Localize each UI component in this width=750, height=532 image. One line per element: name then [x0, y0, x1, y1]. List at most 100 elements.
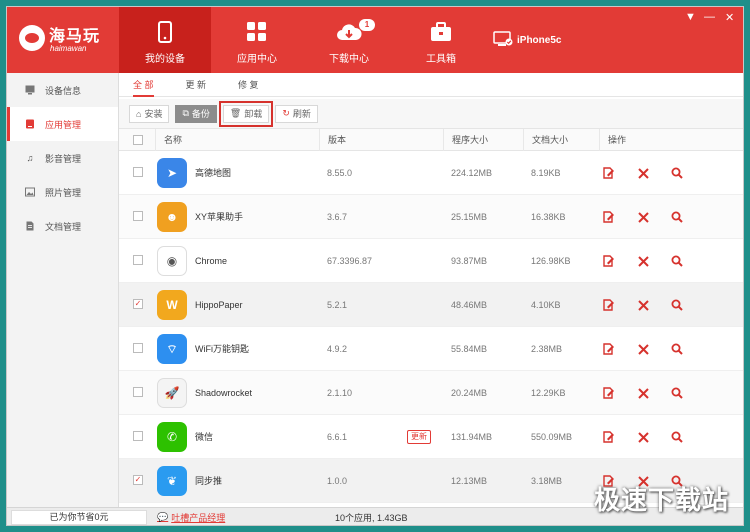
app-size: 12.13MB: [451, 476, 488, 486]
search-icon[interactable]: [669, 341, 685, 357]
app-size: 25.15MB: [451, 212, 488, 222]
edit-icon[interactable]: [601, 385, 617, 401]
chrome-icon: ◉: [157, 246, 187, 276]
uninstall-button[interactable]: 🗑 卸载: [218, 100, 274, 127]
sidebar-item-doc-manage[interactable]: 文档管理: [7, 209, 118, 243]
close-icon[interactable]: ✕: [725, 11, 734, 24]
column-header-doc-size[interactable]: 文档大小: [523, 129, 599, 151]
search-icon[interactable]: [669, 297, 685, 313]
doc-size: 12.29KB: [531, 388, 566, 398]
row-checkbox[interactable]: [133, 211, 143, 221]
edit-icon[interactable]: [601, 429, 617, 445]
device-connected-icon: [493, 31, 513, 50]
app-table-body: ➤ 高德地图 8.55.0 224.12MB 8.19KB ☻ XY苹果助手 3.6.7 25.…: [119, 151, 743, 507]
nav-label: 应用中心: [237, 54, 277, 65]
feedback-link[interactable]: 💬 吐槽产品经理: [157, 511, 225, 524]
sidebar-item-app-manage[interactable]: 应用管理: [7, 107, 118, 141]
search-icon[interactable]: [669, 385, 685, 401]
table-row[interactable]: ➤ 高德地图 8.55.0 224.12MB 8.19KB: [119, 151, 743, 195]
row-actions: [601, 371, 685, 415]
install-button[interactable]: ⌂ 安装: [129, 104, 170, 123]
table-row[interactable]: ⌔ WiFi万能钥匙 4.9.2 55.84MB 2.38MB: [119, 327, 743, 371]
column-header-app-size[interactable]: 程序大小: [443, 129, 523, 151]
logo-subtext: haimawan: [50, 44, 87, 53]
row-checkbox[interactable]: ✓: [133, 475, 143, 485]
sidebar-item-media-manage[interactable]: ♫ 影音管理: [7, 141, 118, 175]
edit-icon[interactable]: [601, 253, 617, 269]
delete-icon[interactable]: [635, 297, 651, 313]
sidebar-item-device-info[interactable]: 设备信息: [7, 73, 118, 107]
row-checkbox[interactable]: [133, 387, 143, 397]
nav-tab-app-center[interactable]: 应用中心: [211, 7, 303, 73]
app-size: 48.46MB: [451, 300, 488, 310]
row-actions: [601, 195, 685, 239]
app-name: HippoPaper: [195, 300, 243, 310]
savings-text: 已为你节省0元: [11, 510, 147, 525]
column-header-name[interactable]: 名称: [155, 129, 319, 151]
photo-icon: [25, 187, 35, 197]
menu-dropdown-icon[interactable]: ▼: [685, 11, 696, 23]
search-icon[interactable]: [669, 429, 685, 445]
app-name: XY苹果助手: [195, 212, 244, 222]
delete-icon[interactable]: [635, 165, 651, 181]
sidebar-item-label: 影音管理: [45, 153, 82, 164]
main-panel: 全 部 更 新 修 复 ⌂ 安装 ⧉ 备份 🗑 卸载 ↻ 刷新 名称 版本 程序…: [119, 73, 743, 507]
table-row[interactable]: 🚀 Shadowrocket 2.1.10 20.24MB 12.29KB: [119, 371, 743, 415]
sidebar-item-photo-manage[interactable]: 照片管理: [7, 175, 118, 209]
minimize-icon[interactable]: —: [704, 11, 715, 23]
row-checkbox[interactable]: [133, 167, 143, 177]
edit-icon[interactable]: [601, 165, 617, 181]
app-version: 8.55.0: [327, 168, 353, 178]
connected-device[interactable]: iPhone5c: [493, 31, 561, 50]
sidebar: 设备信息 应用管理 ♫ 影音管理 照片管理 文档管理: [7, 73, 119, 507]
app-logo: 海马玩 haimawan: [19, 19, 109, 61]
app-version: 1.0.0: [327, 476, 348, 486]
delete-icon[interactable]: [635, 341, 651, 357]
app-size: 93.87MB: [451, 256, 488, 266]
row-checkbox[interactable]: [133, 255, 143, 265]
nav-tab-download-center[interactable]: 1 下载中心: [303, 7, 395, 73]
update-badge[interactable]: 更新: [407, 430, 431, 444]
backup-button[interactable]: ⧉ 备份: [175, 104, 217, 123]
row-checkbox[interactable]: [133, 343, 143, 353]
amap-icon: ➤: [157, 158, 187, 188]
search-icon[interactable]: [669, 253, 685, 269]
column-header-version[interactable]: 版本: [319, 129, 443, 151]
row-checkbox[interactable]: ✓: [133, 299, 143, 309]
edit-icon[interactable]: [601, 297, 617, 313]
doc-size: 550.09MB: [531, 432, 573, 442]
tab-repair[interactable]: 修 复: [238, 73, 259, 97]
delete-icon[interactable]: [635, 429, 651, 445]
nav-tab-my-device[interactable]: 我的设备: [119, 7, 211, 73]
table-row[interactable]: ✓ W HippoPaper 5.2.1 48.46MB 4.10KB: [119, 283, 743, 327]
app-version: 4.9.2: [327, 344, 348, 354]
table-row[interactable]: ✆ 微信 6.6.1 131.94MB 550.09MB 更新: [119, 415, 743, 459]
select-all-checkbox[interactable]: [133, 135, 143, 145]
filter-tabs: 全 部 更 新 修 复: [119, 73, 743, 97]
cloud-download-icon: [303, 19, 395, 45]
edit-icon[interactable]: [601, 341, 617, 357]
delete-icon[interactable]: [635, 253, 651, 269]
search-icon[interactable]: [669, 209, 685, 225]
sidebar-item-label: 照片管理: [45, 187, 82, 198]
backup-label: 备份: [191, 109, 210, 119]
nav-tab-toolbox[interactable]: 工具箱: [395, 7, 487, 73]
table-row[interactable]: ◉ Chrome 67.3396.87 93.87MB 126.98KB: [119, 239, 743, 283]
sidebar-item-label: 设备信息: [45, 85, 82, 96]
table-row[interactable]: ☻ XY苹果助手 3.6.7 25.15MB 16.38KB: [119, 195, 743, 239]
edit-icon[interactable]: [601, 209, 617, 225]
install-icon: ⌂: [136, 108, 142, 119]
app-size: 55.84MB: [451, 344, 488, 354]
tab-update[interactable]: 更 新: [186, 73, 207, 97]
tab-all[interactable]: 全 部: [133, 73, 154, 97]
delete-icon[interactable]: [635, 385, 651, 401]
doc-size: 16.38KB: [531, 212, 566, 222]
refresh-button[interactable]: ↻ 刷新: [275, 104, 318, 123]
wifi-key-icon: ⌔: [157, 334, 187, 364]
delete-icon[interactable]: [635, 209, 651, 225]
music-note-icon: ♫: [26, 153, 34, 163]
row-checkbox[interactable]: [133, 431, 143, 441]
search-icon[interactable]: [669, 165, 685, 181]
logo-mark: [19, 25, 45, 51]
watermark: 极速下载站: [593, 486, 729, 516]
